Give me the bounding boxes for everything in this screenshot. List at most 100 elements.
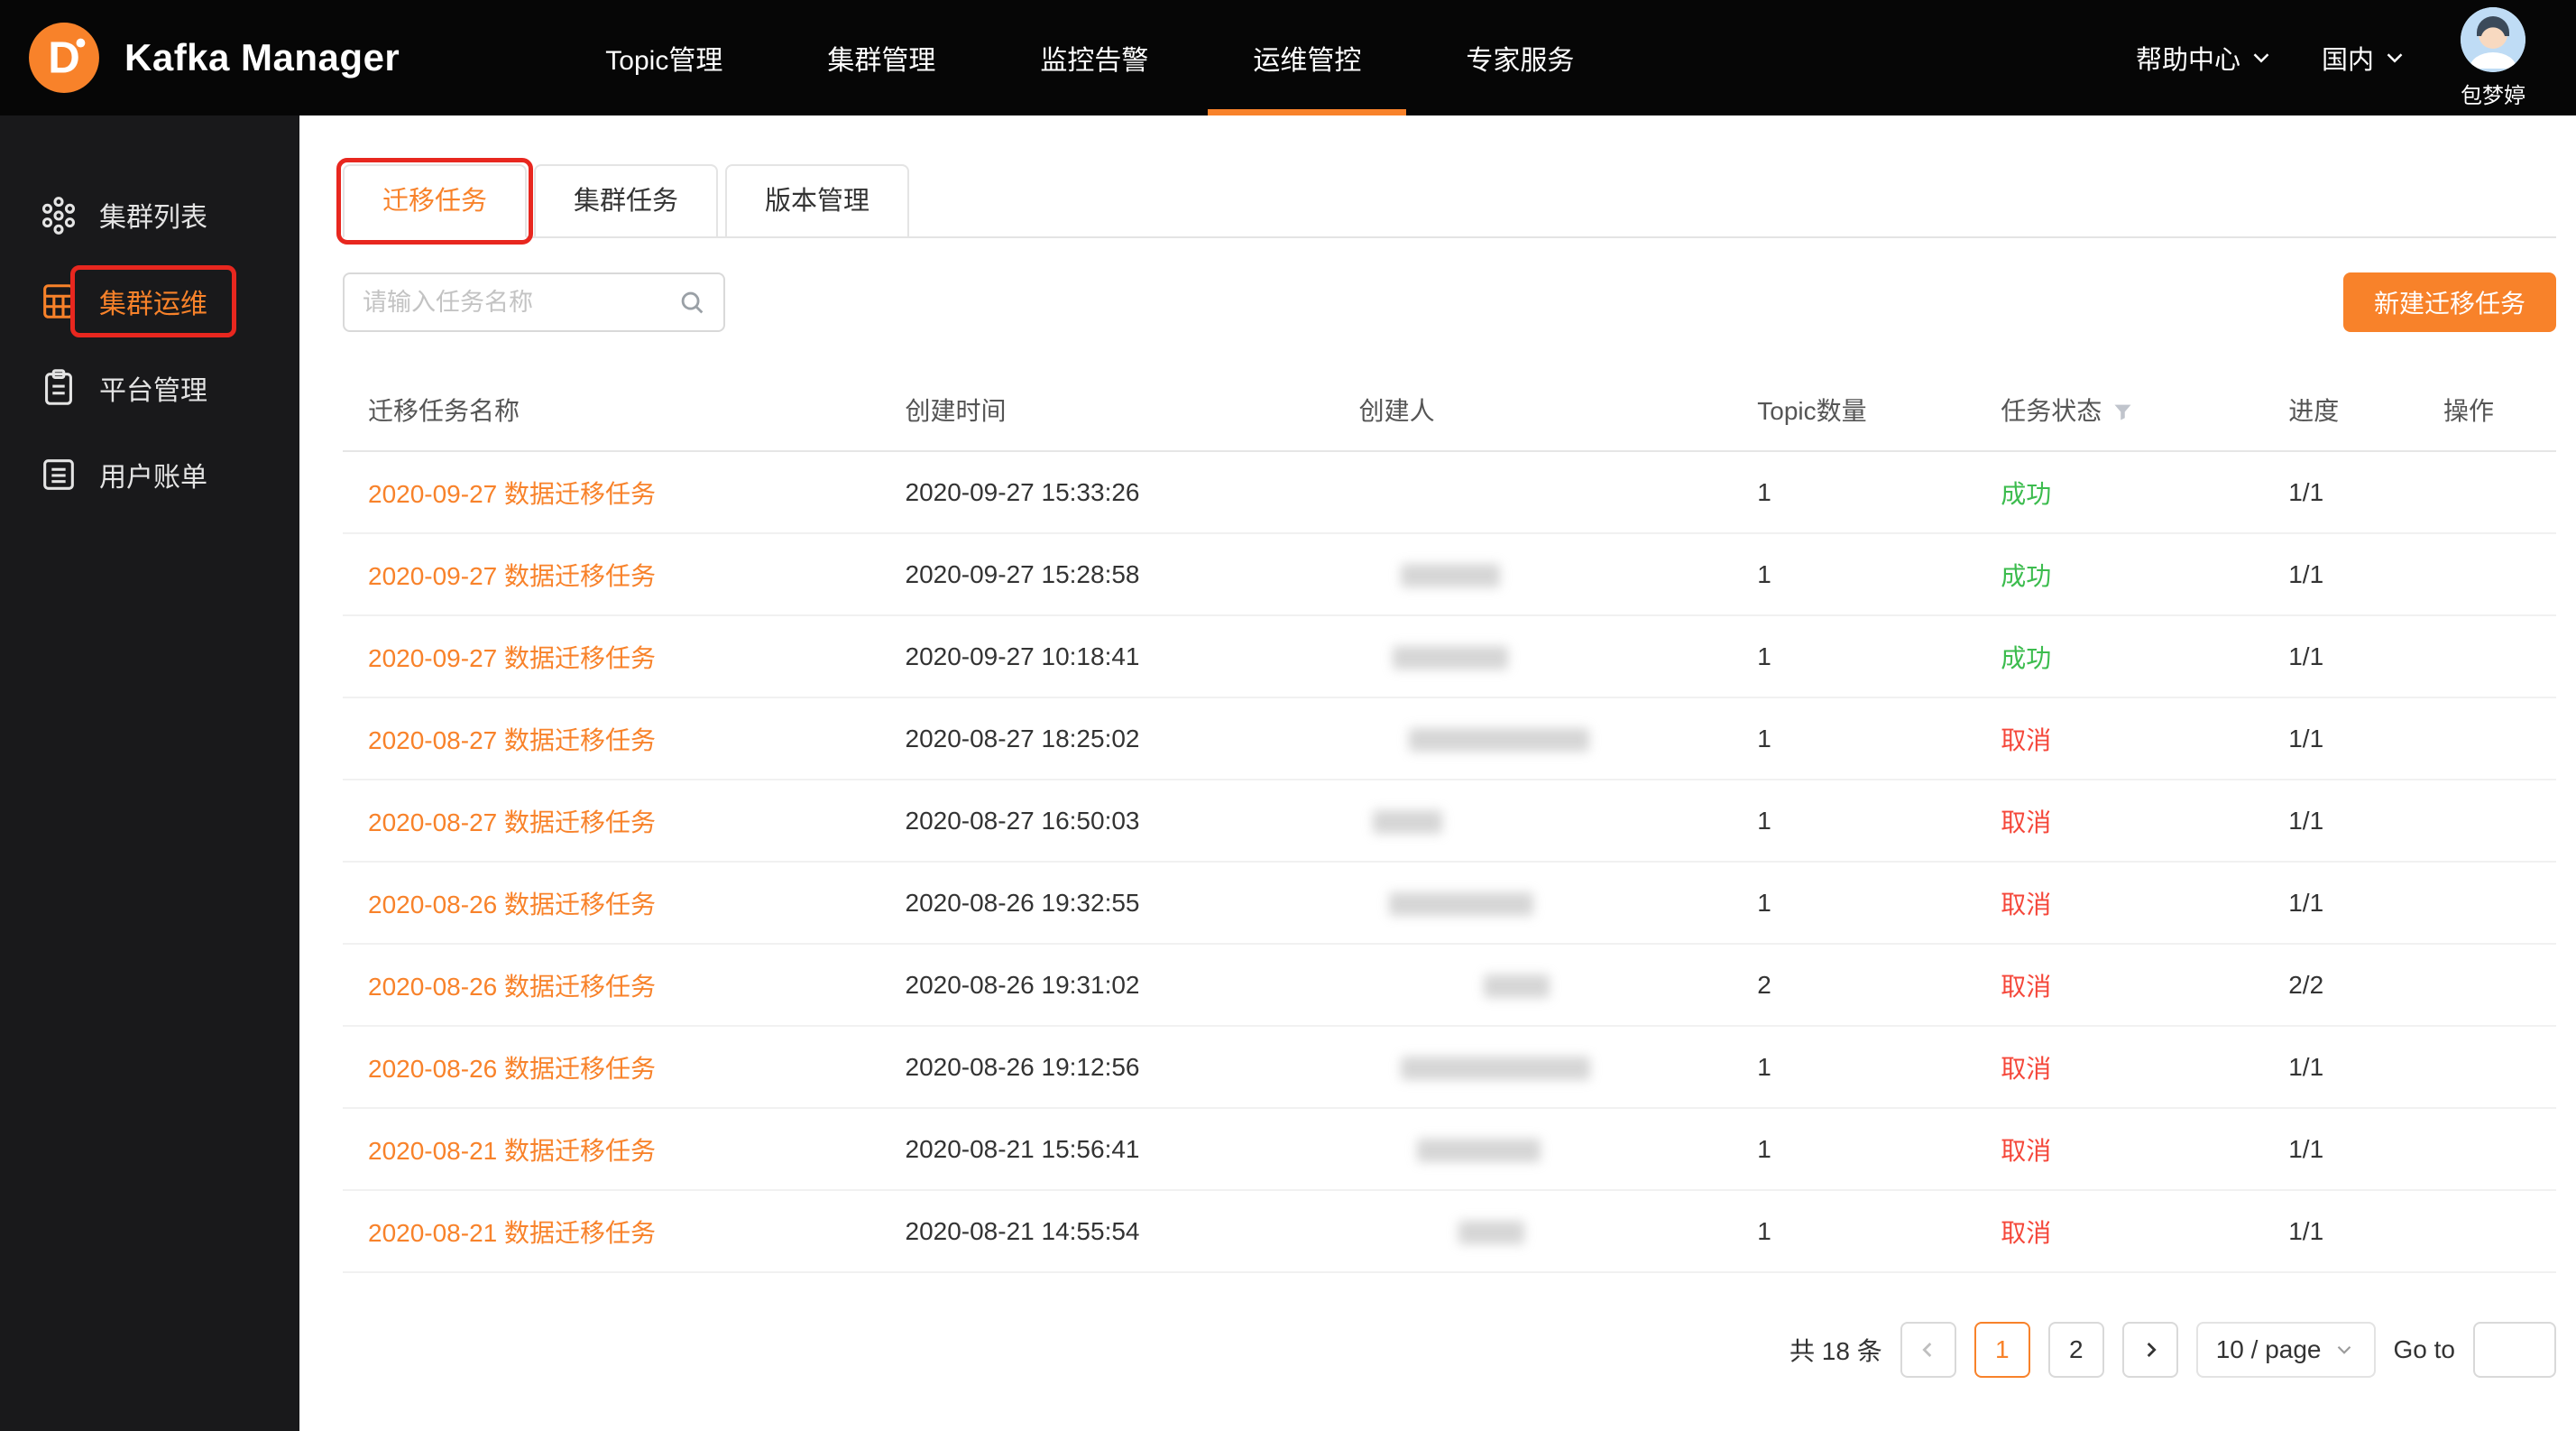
goto-label: Go to [2394,1335,2455,1364]
nav-item[interactable]: 集群管理 [775,0,988,115]
table-row: 2020-08-26 数据迁移任务2020-08-26 19:12:561取消1… [343,1026,2556,1108]
task-name-link[interactable]: 2020-08-21 数据迁移任务 [368,1137,656,1165]
main-content: 迁移任务集群任务版本管理 新建迁移任务 迁移任务名称创建时间创建人Topic数量… [299,115,2576,1431]
page-size-select[interactable]: 10 / page [2196,1322,2376,1378]
redacted-creator [1417,1139,1541,1162]
user-menu[interactable]: 包梦婷 [2461,7,2525,109]
tab-迁移任务[interactable]: 迁移任务 [343,164,527,238]
table-row: 2020-09-27 数据迁移任务2020-09-27 15:28:581成功1… [343,533,2556,615]
task-name-link[interactable]: 2020-08-26 数据迁移任务 [368,973,656,1001]
creator-cell [1350,697,1749,780]
toolbar: 新建迁移任务 [343,272,2556,332]
creator-cell [1350,944,1749,1026]
status-badge: 取消 [2001,891,2051,919]
search-input[interactable] [345,289,676,317]
table-row: 2020-08-26 数据迁移任务2020-08-26 19:31:022取消2… [343,944,2556,1026]
cluster-ops-icon [38,281,79,322]
task-name-link[interactable]: 2020-09-27 数据迁移任务 [368,644,656,672]
created-time: 2020-09-27 15:33:26 [897,451,1350,533]
topic-count: 2 [1748,944,1992,1026]
sidebar-item[interactable]: 集群运维 [0,258,299,345]
tab-集群任务[interactable]: 集群任务 [534,164,718,238]
nav-item[interactable]: 监控告警 [988,0,1201,115]
sidebar-item[interactable]: 用户账单 [0,431,299,518]
redacted-creator [1401,564,1500,587]
redacted-creator [1389,892,1533,916]
column-header: Topic数量 [1748,368,1992,451]
nav-item[interactable]: 专家服务 [1413,0,1626,115]
task-name-link[interactable]: 2020-08-26 数据迁移任务 [368,891,656,919]
goto-page-input[interactable] [2473,1322,2556,1378]
topic-count: 1 [1748,697,1992,780]
table-row: 2020-08-27 数据迁移任务2020-08-27 18:25:021取消1… [343,697,2556,780]
column-header: 操作 [2434,368,2556,451]
tab-版本管理[interactable]: 版本管理 [725,164,909,238]
user-name: 包梦婷 [2461,78,2525,109]
help-center-menu[interactable]: 帮助中心 [2136,39,2275,77]
sidebar-item-label: 用户账单 [99,455,207,494]
page-button[interactable]: 2 [2048,1322,2104,1378]
created-time: 2020-08-27 18:25:02 [897,697,1350,780]
table-row: 2020-08-27 数据迁移任务2020-08-27 16:50:031取消1… [343,780,2556,862]
topic-count: 1 [1748,1026,1992,1108]
created-time: 2020-08-26 19:32:55 [897,862,1350,944]
creator-cell [1350,533,1749,615]
task-name-link[interactable]: 2020-08-27 数据迁移任务 [368,726,656,754]
progress: 1/1 [2279,533,2434,615]
creator-cell [1350,451,1749,533]
status-badge: 取消 [2001,808,2051,836]
column-header: 创建时间 [897,368,1350,451]
sidebar-item[interactable]: 集群列表 [0,171,299,258]
nav-item[interactable]: 运维管控 [1201,0,1413,115]
creator-cell [1350,1190,1749,1272]
page-buttons: 12 [1974,1322,2104,1378]
filter-icon[interactable] [2111,400,2135,424]
created-time: 2020-08-26 19:31:02 [897,944,1350,1026]
actions-cell [2434,615,2556,697]
progress: 1/1 [2279,1190,2434,1272]
actions-cell [2434,1026,2556,1108]
next-page-button[interactable] [2122,1322,2178,1378]
creator-cell [1350,862,1749,944]
status-badge: 取消 [2001,1055,2051,1083]
sidebar-item-label: 平台管理 [99,368,207,408]
table-row: 2020-09-27 数据迁移任务2020-09-27 10:18:411成功1… [343,615,2556,697]
chevron-down-icon [2381,44,2408,71]
nav-item[interactable]: Topic管理 [553,0,775,115]
top-header: D Kafka Manager Topic管理集群管理监控告警运维管控专家服务 … [0,0,2576,115]
search-icon[interactable] [676,287,707,318]
actions-cell [2434,944,2556,1026]
page-size-value: 10 / page [2216,1335,2322,1364]
table-row: 2020-08-21 数据迁移任务2020-08-21 15:56:411取消1… [343,1108,2556,1190]
task-name-link[interactable]: 2020-09-27 数据迁移任务 [368,480,656,508]
progress: 1/1 [2279,780,2434,862]
task-name-link[interactable]: 2020-08-26 数据迁移任务 [368,1055,656,1083]
status-badge: 取消 [2001,726,2051,754]
prev-page-button[interactable] [1900,1322,1956,1378]
column-header: 创建人 [1350,368,1749,451]
task-name-link[interactable]: 2020-09-27 数据迁移任务 [368,562,656,590]
actions-cell [2434,1190,2556,1272]
progress: 2/2 [2279,944,2434,1026]
tab-bar: 迁移任务集群任务版本管理 [343,164,2556,238]
task-name-link[interactable]: 2020-08-27 数据迁移任务 [368,808,656,836]
sidebar-item[interactable]: 平台管理 [0,345,299,431]
migration-task-table: 迁移任务名称创建时间创建人Topic数量任务状态进度操作 2020-09-27 … [343,368,2556,1273]
new-migration-task-button[interactable]: 新建迁移任务 [2343,272,2556,332]
total-count: 共 18 条 [1789,1332,1882,1368]
table-row: 2020-08-21 数据迁移任务2020-08-21 14:55:541取消1… [343,1190,2556,1272]
redacted-creator [1373,810,1442,834]
app-logo[interactable]: D [27,21,101,95]
created-time: 2020-08-21 15:56:41 [897,1108,1350,1190]
redacted-creator [1393,646,1508,669]
creator-cell [1350,615,1749,697]
region-menu[interactable]: 国内 [2322,39,2408,77]
actions-cell [2434,862,2556,944]
status-badge: 成功 [2001,644,2051,672]
redacted-creator [1458,1221,1524,1244]
app-title: Kafka Manager [124,36,400,79]
progress: 1/1 [2279,1108,2434,1190]
task-name-link[interactable]: 2020-08-21 数据迁移任务 [368,1219,656,1247]
status-badge: 成功 [2001,562,2051,590]
page-button[interactable]: 1 [1974,1322,2030,1378]
